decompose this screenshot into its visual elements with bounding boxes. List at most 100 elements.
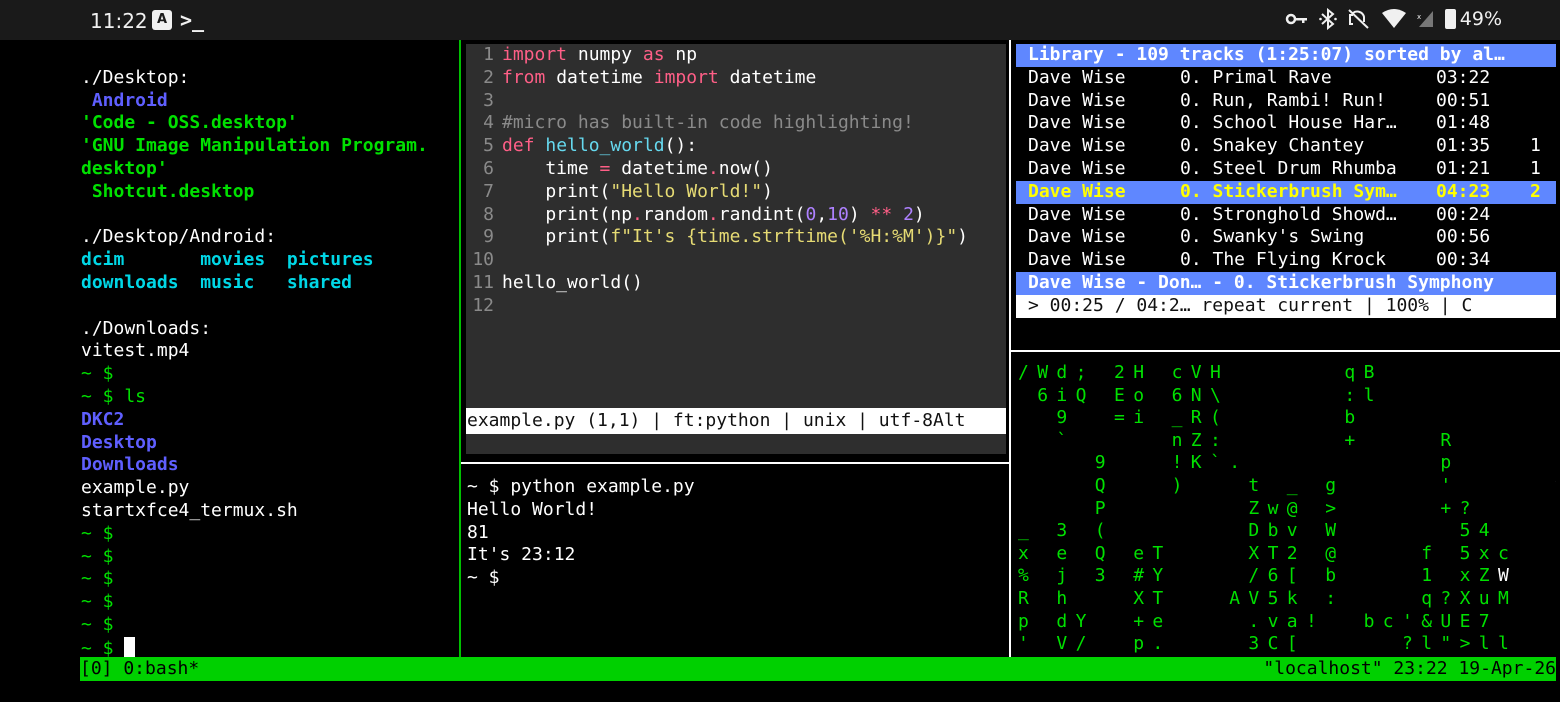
matrix-glyph: 3 bbox=[1094, 565, 1106, 587]
notification-icon: A bbox=[152, 10, 172, 30]
matrix-glyph: % bbox=[1018, 565, 1029, 587]
track-row[interactable]: Dave Wise 0. Steel Drum Rhumba 01:21 1 bbox=[1016, 158, 1556, 181]
matrix-glyph: _ bbox=[1171, 407, 1183, 429]
matrix-glyph: k bbox=[1286, 587, 1298, 609]
matrix-glyph: [ bbox=[1286, 565, 1298, 587]
terminal-line: DKC2 bbox=[81, 408, 125, 430]
track-artist: Dave Wise bbox=[1028, 180, 1126, 202]
matrix-glyph: = bbox=[1114, 407, 1125, 429]
matrix-glyph: x bbox=[1018, 542, 1029, 564]
matrix-glyph: M bbox=[1498, 587, 1509, 609]
matrix-glyph: b bbox=[1325, 565, 1337, 587]
track-row[interactable]: Dave Wise 0. Swanky's Swing 00:56 bbox=[1016, 226, 1556, 249]
svg-text:x: x bbox=[1417, 13, 1421, 21]
track-row[interactable]: Dave Wise 0. Stronghold Showd… 00:24 bbox=[1016, 204, 1556, 227]
code-token: print( bbox=[502, 180, 611, 202]
matrix-glyph: a bbox=[1286, 610, 1298, 632]
track-row[interactable]: Dave Wise 0. Run, Rambi! Run! 00:51 bbox=[1016, 90, 1556, 113]
matrix-glyph: U bbox=[1440, 610, 1452, 632]
track-row[interactable]: Dave Wise 0. School House Har… 01:48 bbox=[1016, 112, 1556, 135]
matrix-glyph: @ bbox=[1286, 497, 1298, 519]
code-line: 2 from datetime import datetime bbox=[466, 67, 1006, 90]
matrix-glyph: W bbox=[1498, 565, 1509, 587]
matrix-glyph: i bbox=[1056, 384, 1068, 406]
terminal-line: ~ $ bbox=[81, 522, 114, 544]
track-row[interactable]: Dave Wise 0. Stickerbrush Sym… 04:23 2 bbox=[1016, 180, 1556, 204]
track-artist: Dave Wise bbox=[1028, 89, 1126, 111]
terminal-line: startxfce4_termux.sh bbox=[81, 499, 298, 521]
track-artist: Dave Wise bbox=[1028, 226, 1126, 248]
micro-editor-pane[interactable]: 1 import numpy as np 2 from datetime import… bbox=[466, 44, 1006, 454]
matrix-glyph: / bbox=[1018, 362, 1029, 383]
matrix-glyph: Y bbox=[1075, 610, 1087, 632]
code-token: random bbox=[642, 203, 708, 225]
track-row[interactable]: Dave Wise 0. Snakey Chantey 01:35 1 bbox=[1016, 135, 1556, 158]
pane-divider-left bbox=[459, 40, 461, 657]
matrix-glyph: T bbox=[1152, 542, 1164, 564]
code-token: datetime bbox=[610, 157, 708, 179]
matrix-glyph: l bbox=[1363, 384, 1375, 406]
matrix-glyph: Q bbox=[1094, 474, 1106, 496]
matrix-glyph: _ bbox=[1286, 474, 1298, 496]
matrix-glyph: Z bbox=[1478, 565, 1490, 587]
matrix-glyph: x bbox=[1459, 565, 1471, 587]
track-dur: 00:34 bbox=[1436, 249, 1491, 271]
code-line: 6 time = datetime.now() bbox=[466, 158, 1006, 181]
shell-pane-python[interactable]: ~ $ python example.py Hello World! 81 It's … bbox=[467, 476, 1007, 590]
tmux-window-list[interactable]: [0] 0:bash* bbox=[80, 657, 199, 681]
code-token: "Hello World!" bbox=[610, 180, 763, 202]
matrix-glyph: X bbox=[1459, 587, 1471, 609]
matrix-glyph: d bbox=[1056, 362, 1068, 383]
code-token: 0 bbox=[805, 203, 817, 225]
matrix-glyph: c bbox=[1382, 610, 1394, 632]
code-token: print(np bbox=[502, 203, 633, 225]
matrix-glyph: l bbox=[1478, 633, 1490, 655]
matrix-glyph: 4 bbox=[1478, 520, 1490, 542]
line-number: 7 bbox=[483, 180, 494, 202]
matrix-glyph: 3 bbox=[1248, 633, 1260, 655]
track-artist: Dave Wise bbox=[1028, 66, 1126, 88]
matrix-glyph: v bbox=[1286, 520, 1298, 542]
cmus-pane[interactable]: Library - 109 tracks (1:25:07) sorted by… bbox=[1016, 44, 1556, 318]
terminal-line: ~ $ ls bbox=[81, 385, 147, 407]
track-extra: 1 bbox=[1530, 157, 1541, 179]
code-token: . bbox=[707, 157, 719, 179]
matrix-glyph: p bbox=[1018, 610, 1029, 632]
code-area[interactable]: 1 import numpy as np 2 from datetime import… bbox=[466, 44, 1006, 318]
matrix-row: p d Y + e. v a! b c ' & U E 7 bbox=[1016, 611, 1556, 634]
code-token: f"It's {time.strftime('%H:%M')}" bbox=[610, 226, 958, 248]
matrix-glyph: ` bbox=[1056, 429, 1068, 451]
track-dur: 04:23 bbox=[1436, 180, 1491, 202]
matrix-glyph: R bbox=[1440, 429, 1452, 451]
terminal-line: Android bbox=[81, 89, 168, 111]
matrix-glyph: W bbox=[1325, 520, 1337, 542]
track-title: 0. Steel Drum Rhumba bbox=[1180, 157, 1397, 179]
track-dur: 01:48 bbox=[1436, 112, 1491, 134]
matrix-glyph: 2 bbox=[1286, 542, 1298, 564]
matrix-glyph: _ bbox=[1018, 520, 1029, 542]
matrix-glyph: > bbox=[1459, 633, 1471, 655]
code-token: numpy bbox=[567, 44, 643, 65]
matrix-glyph: 5 bbox=[1459, 542, 1471, 564]
matrix-glyph: Y bbox=[1152, 565, 1164, 587]
code-line: 7 print("Hello World!") bbox=[466, 181, 1006, 204]
matrix-glyph: ' bbox=[1440, 474, 1452, 496]
matrix-glyph: 2 bbox=[1114, 362, 1125, 383]
matrix-glyph: V bbox=[1056, 633, 1068, 655]
matrix-glyph: C bbox=[1267, 633, 1279, 655]
shell-pane-left[interactable]: ./Desktop: Android 'Code - OSS.desktop' 'G… bbox=[81, 44, 457, 660]
mute-icon bbox=[1348, 9, 1369, 29]
matrix-glyph: ? bbox=[1459, 497, 1471, 519]
terminal-line: ~ $ bbox=[467, 567, 500, 589]
code-token: 10 bbox=[827, 203, 849, 225]
matrix-glyph: R bbox=[1018, 587, 1029, 609]
code-token: time bbox=[502, 157, 600, 179]
track-row[interactable]: Dave Wise 0. Primal Rave 03:22 bbox=[1016, 67, 1556, 90]
track-row[interactable]: Dave Wise 0. The Flying Krock 00:34 bbox=[1016, 249, 1556, 272]
matrix-row: ' V / p. 3 C[? l " > l l bbox=[1016, 633, 1556, 656]
terminal-line: Hello World! bbox=[467, 498, 598, 520]
matrix-row: 9=i_R(bD bbox=[1016, 407, 1556, 430]
track-extra: 1 bbox=[1530, 135, 1541, 157]
